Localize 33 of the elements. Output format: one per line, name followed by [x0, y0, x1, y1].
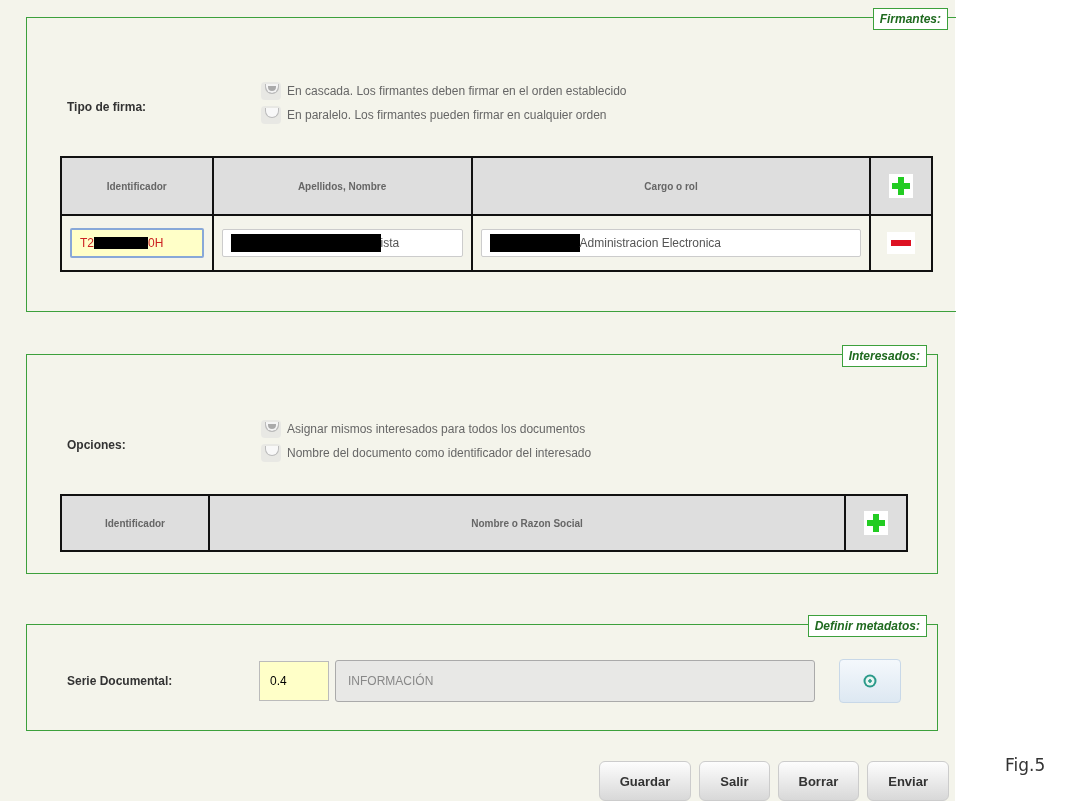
column-header: Identificador — [61, 157, 213, 215]
column-header: Apellidos, Nombre — [212, 157, 472, 215]
radio-label: Asignar mismos interesados para todos los documentos — [287, 422, 586, 436]
action-button[interactable]: Salir — [699, 761, 770, 801]
add-icon[interactable] — [864, 511, 888, 535]
radio-button[interactable] — [261, 82, 281, 100]
zoom-in-icon — [862, 673, 878, 689]
radio-button[interactable] — [261, 106, 281, 124]
radio-label: En paralelo. Los firmantes pueden firmar en cualquier orden — [287, 108, 607, 122]
radio-label: En cascada. Los firmantes deben firmar en el orden establecido — [287, 84, 627, 98]
add-icon[interactable] — [889, 174, 914, 198]
section-legend: Interesados: — [841, 345, 927, 367]
field-label: Tipo de firma: — [66, 100, 148, 116]
action-button[interactable]: Enviar — [867, 761, 949, 801]
field-label: Opciones: — [66, 438, 127, 454]
radio-button[interactable] — [261, 444, 281, 462]
radio-button[interactable] — [261, 420, 281, 438]
section-legend: Definir metadatos: — [807, 615, 927, 637]
code-field[interactable]: 0.4 — [259, 661, 329, 701]
radio-label: Nombre del documento como identificador del interesado — [287, 446, 592, 460]
search-button[interactable] — [839, 659, 901, 703]
field-label: Serie Documental: — [66, 674, 174, 688]
input-field[interactable]: T2 0H — [70, 228, 204, 258]
figure-caption: Fig.5 — [1005, 755, 1046, 775]
action-button[interactable]: Guardar — [598, 761, 692, 801]
remove-icon[interactable] — [887, 232, 916, 254]
name-field: INFORMACIÓN — [335, 660, 815, 702]
input-field[interactable]: ista — [221, 229, 463, 257]
column-header: Nombre o Razon Social — [209, 495, 845, 551]
action-button[interactable]: Borrar — [777, 761, 860, 801]
column-header: Identificador — [61, 495, 209, 551]
section-legend: Firmantes: — [872, 8, 948, 30]
column-header: Cargo o rol — [471, 157, 871, 215]
